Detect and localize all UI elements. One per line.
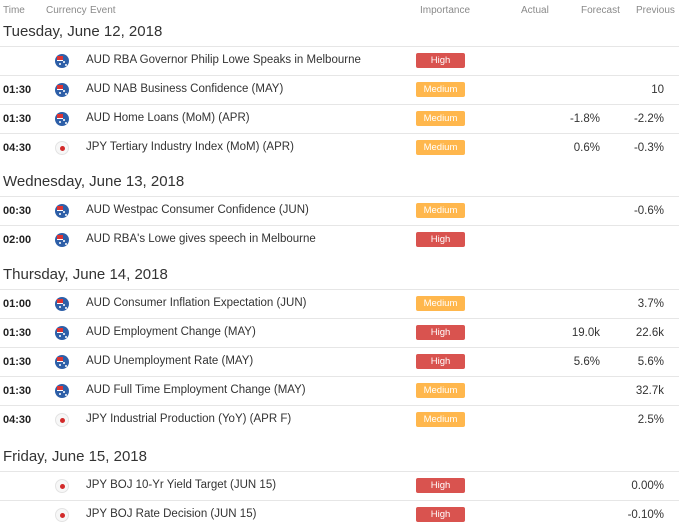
- event-time: 00:30: [3, 205, 32, 217]
- australia-flag-icon: [55, 297, 69, 311]
- importance-badge: High: [416, 53, 465, 68]
- day-label: Friday, June 15, 2018: [3, 448, 147, 465]
- event-row[interactable]: 02:00 AUD RBA's Lowe gives speech in Melb…: [0, 225, 679, 254]
- importance-badge: Medium: [416, 296, 465, 311]
- header-previous: Previous: [636, 5, 675, 16]
- event-name[interactable]: AUD Full Time Employment Change (MAY): [86, 384, 306, 396]
- previous-value: 0.00%: [631, 480, 664, 492]
- event-time: 01:30: [3, 385, 32, 397]
- event-time: 01:30: [3, 356, 32, 368]
- australia-flag-icon: [55, 54, 69, 68]
- header-actual: Actual: [521, 5, 549, 16]
- importance-badge: High: [416, 232, 465, 247]
- event-row[interactable]: 00:30 AUD Westpac Consumer Confidence (JU…: [0, 196, 679, 225]
- day-heading: Thursday, June 14, 2018: [0, 264, 679, 286]
- header-currency: Currency: [46, 5, 87, 16]
- event-name[interactable]: JPY Industrial Production (YoY) (APR F): [86, 413, 291, 425]
- australia-flag-icon: [55, 83, 69, 97]
- previous-value: -0.6%: [633, 205, 664, 217]
- importance-badge: High: [416, 507, 465, 522]
- event-name[interactable]: JPY BOJ 10-Yr Yield Target (JUN 15): [86, 479, 276, 491]
- header-importance: Importance: [420, 5, 471, 16]
- event-row[interactable]: AUD RBA Governor Philip Lowe Speaks in M…: [0, 46, 679, 75]
- forecast-value: -1.8%: [569, 113, 600, 125]
- event-time: 01:00: [3, 298, 32, 310]
- day-heading: Wednesday, June 13, 2018: [0, 171, 679, 193]
- previous-value: 3.7%: [637, 298, 664, 310]
- previous-value: 5.6%: [637, 356, 664, 368]
- event-name[interactable]: AUD Home Loans (MoM) (APR): [86, 112, 250, 124]
- event-row[interactable]: 04:30 JPY Industrial Production (YoY) (AP…: [0, 405, 679, 434]
- header-forecast: Forecast: [581, 5, 620, 16]
- event-row[interactable]: 04:30 JPY Tertiary Industry Index (MoM) (…: [0, 133, 679, 162]
- event-name[interactable]: JPY BOJ Rate Decision (JUN 15): [86, 508, 256, 520]
- day-heading: Tuesday, June 12, 2018: [0, 21, 679, 43]
- event-time: 04:30: [3, 414, 32, 426]
- importance-badge: Medium: [416, 82, 465, 97]
- event-row[interactable]: 01:30 AUD Employment Change (MAY) High 19.0…: [0, 318, 679, 347]
- event-name[interactable]: AUD Employment Change (MAY): [86, 326, 256, 338]
- event-name[interactable]: AUD RBA Governor Philip Lowe Speaks in M…: [86, 54, 361, 66]
- australia-flag-icon: [55, 112, 69, 126]
- importance-badge: Medium: [416, 383, 465, 398]
- previous-value: -2.2%: [633, 113, 664, 125]
- japan-flag-icon: [55, 479, 69, 493]
- australia-flag-icon: [55, 326, 69, 340]
- event-time: 02:00: [3, 234, 32, 246]
- australia-flag-icon: [55, 204, 69, 218]
- event-name[interactable]: AUD Consumer Inflation Expectation (JUN): [86, 297, 307, 309]
- previous-value: 2.5%: [637, 414, 664, 426]
- previous-value: -0.10%: [627, 509, 664, 521]
- event-name[interactable]: AUD RBA's Lowe gives speech in Melbourne: [86, 233, 316, 245]
- importance-badge: High: [416, 354, 465, 369]
- event-name[interactable]: AUD NAB Business Confidence (MAY): [86, 83, 283, 95]
- event-row[interactable]: 01:30 AUD Unemployment Rate (MAY) High 5.6%…: [0, 347, 679, 376]
- day-label: Wednesday, June 13, 2018: [3, 173, 185, 190]
- forecast-value: 19.0k: [571, 327, 600, 339]
- event-time: 01:30: [3, 327, 32, 339]
- header-event: Event: [90, 5, 116, 16]
- australia-flag-icon: [55, 233, 69, 247]
- day-label: Tuesday, June 12, 2018: [3, 23, 163, 40]
- event-name[interactable]: AUD Westpac Consumer Confidence (JUN): [86, 204, 309, 216]
- header-time: Time: [3, 5, 25, 16]
- japan-flag-icon: [55, 141, 69, 155]
- importance-badge: Medium: [416, 111, 465, 126]
- previous-value: 22.6k: [635, 327, 664, 339]
- forecast-value: 0.6%: [573, 142, 600, 154]
- forecast-value: 5.6%: [573, 356, 600, 368]
- event-name[interactable]: AUD Unemployment Rate (MAY): [86, 355, 253, 367]
- importance-badge: High: [416, 325, 465, 340]
- japan-flag-icon: [55, 508, 69, 522]
- event-row[interactable]: 01:30 AUD Home Loans (MoM) (APR) Medium -1.…: [0, 104, 679, 133]
- previous-value: -0.3%: [633, 142, 664, 154]
- importance-badge: Medium: [416, 140, 465, 155]
- event-time: 01:30: [3, 113, 32, 125]
- event-row[interactable]: 01:30 AUD Full Time Employment Change (MA…: [0, 376, 679, 405]
- previous-value: 10: [651, 84, 664, 96]
- previous-value: 32.7k: [635, 385, 664, 397]
- japan-flag-icon: [55, 413, 69, 427]
- event-name[interactable]: JPY Tertiary Industry Index (MoM) (APR): [86, 141, 294, 153]
- importance-badge: High: [416, 478, 465, 493]
- day-label: Thursday, June 14, 2018: [3, 266, 168, 283]
- australia-flag-icon: [55, 384, 69, 398]
- event-row[interactable]: JPY BOJ Rate Decision (JUN 15) High -0.10%: [0, 500, 679, 529]
- event-row[interactable]: 01:00 AUD Consumer Inflation Expectation …: [0, 289, 679, 318]
- australia-flag-icon: [55, 355, 69, 369]
- event-time: 04:30: [3, 142, 32, 154]
- day-heading: Friday, June 15, 2018: [0, 446, 679, 468]
- importance-badge: Medium: [416, 412, 465, 427]
- table-header: Time Currency Event Importance Actual Fo…: [0, 0, 679, 22]
- event-time: 01:30: [3, 84, 32, 96]
- importance-badge: Medium: [416, 203, 465, 218]
- event-row[interactable]: JPY BOJ 10-Yr Yield Target (JUN 15) High 0…: [0, 471, 679, 500]
- event-row[interactable]: 01:30 AUD NAB Business Confidence (MAY) Me…: [0, 75, 679, 104]
